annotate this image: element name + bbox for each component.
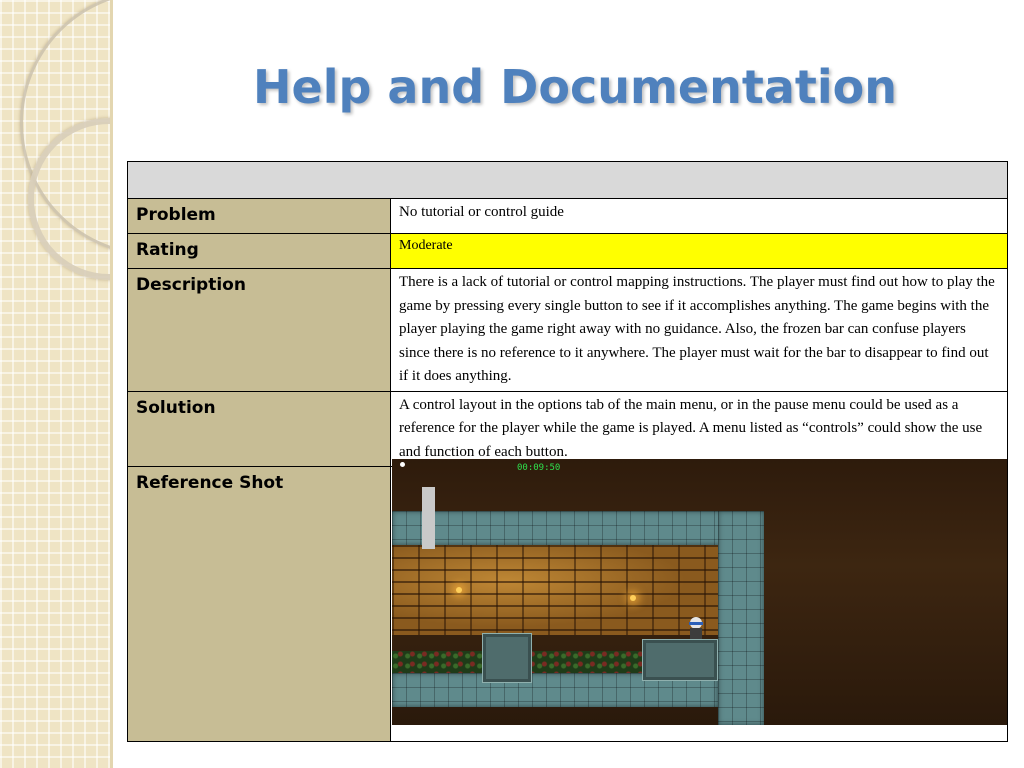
- table-row-description: Description There is a lack of tutorial …: [127, 268, 1008, 392]
- row-label-solution: Solution: [127, 390, 391, 467]
- row-value-solution: A control layout in the options tab of t…: [390, 390, 1008, 467]
- row-label-problem: Problem: [127, 198, 391, 234]
- reference-screenshot-image: 00:09:50: [392, 459, 1007, 725]
- player-character-icon: [688, 617, 704, 639]
- row-value-rating: Moderate: [390, 233, 1008, 269]
- stone-wall: [718, 511, 764, 725]
- row-label-rating: Rating: [127, 233, 391, 269]
- row-label-description: Description: [127, 268, 391, 392]
- table-row-rating: Rating Moderate: [127, 233, 1008, 269]
- decorative-side-strip: [0, 0, 113, 768]
- table-row-solution: Solution A control layout in the options…: [127, 390, 1008, 467]
- row-value-problem: No tutorial or control guide: [390, 198, 1008, 234]
- table-header-row: [127, 161, 1008, 199]
- hud-indicator-icon: [400, 462, 405, 467]
- torch-icon: [630, 595, 636, 601]
- torch-icon: [456, 587, 462, 593]
- stone-crate-stack: [642, 639, 718, 681]
- stone-ceiling: [392, 511, 764, 545]
- row-value-description: There is a lack of tutorial or control m…: [390, 268, 1008, 392]
- brick-wall: [392, 545, 718, 635]
- frozen-bar: [422, 487, 435, 549]
- table-row-problem: Problem No tutorial or control guide: [127, 198, 1008, 234]
- row-label-reference-shot: Reference Shot: [127, 466, 391, 742]
- slide-title: Help and Documentation: [253, 60, 897, 114]
- stone-crate: [482, 633, 532, 683]
- hud-timer: 00:09:50: [517, 463, 561, 473]
- table-header-cell: [127, 161, 1008, 199]
